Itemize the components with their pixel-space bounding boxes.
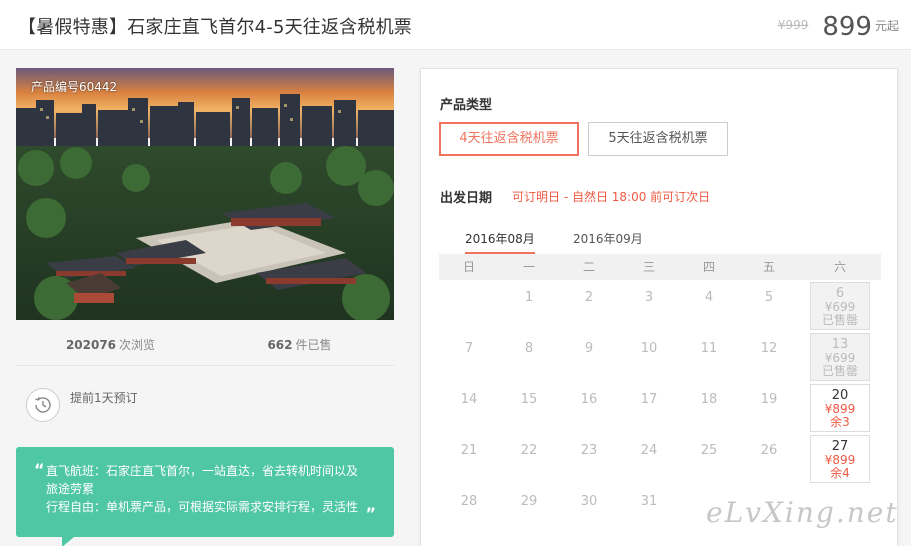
calendar-day: 24 (640, 443, 658, 458)
sold-stat: 662 件已售 (205, 330, 394, 365)
calendar-day-saturday: 27 ¥899 余4 (799, 433, 881, 484)
calendar-week: 1 2 3 4 5 6 ¥699 已售罄 (439, 280, 881, 331)
calendar-day: 29 (520, 494, 538, 509)
calendar-week: 7 8 9 10 11 12 13 ¥699 已售罄 (439, 331, 881, 382)
booking-panel: 产品类型 4天往返含税机票 5天往返含税机票 出发日期 可订明日 - 自然日 1… (420, 68, 898, 546)
product-type-label: 产品类型 (440, 98, 493, 113)
feature-line-2: 行程自由：单机票产品，可根据实际需求安排行程，灵活性 (46, 500, 359, 514)
date-cell-available[interactable]: 20 ¥899 余3 (810, 384, 870, 432)
weekday-fri: 五 (762, 260, 775, 274)
calendar-day: 12 (760, 341, 778, 356)
weekday-mon: 一 (522, 260, 535, 274)
palace-city-photo (16, 68, 394, 320)
calendar-day: 9 (584, 341, 594, 356)
weekday-thu: 四 (702, 260, 715, 274)
date-number: 13 (831, 337, 849, 352)
price-block: ¥999 899 元起 (778, 8, 899, 42)
page-title: 【暑假特惠】石家庄直飞首尔4-5天往返含税机票 (18, 17, 412, 38)
weekday-sat: 六 (833, 260, 846, 274)
feature-line-1: 直飞航班：石家庄直飞首尔，一站直达，省去转机时间以及旅途劳累 (46, 464, 359, 496)
product-stats: 202076 次浏览 662 件已售 (16, 330, 394, 366)
calendar-week: 21 22 23 24 25 26 27 ¥899 余4 (439, 433, 881, 484)
product-number: 产品编号60442 (31, 80, 118, 94)
calendar-day: 31 (640, 494, 658, 509)
calendar-day: 21 (460, 443, 478, 458)
date-number: 27 (831, 439, 849, 454)
calendar-day: 17 (640, 392, 658, 407)
calendar-day: 28 (460, 494, 478, 509)
feature-highlights: “ 直飞航班：石家庄直飞首尔，一站直达，省去转机时间以及旅途劳累 行程自由：单机… (16, 447, 394, 537)
booking-date-note: 可订明日 - 自然日 18:00 前可订次日 (512, 190, 711, 204)
calendar-day: 1 (524, 290, 534, 305)
calendar-day: 2 (584, 290, 594, 305)
calendar-day: 16 (580, 392, 598, 407)
calendar-day-saturday: 13 ¥699 已售罄 (799, 331, 881, 382)
calendar-day: 5 (764, 290, 774, 305)
calendar-day: 22 (520, 443, 538, 458)
date-cell-soldout: 6 ¥699 已售罄 (810, 282, 870, 330)
feature-arrow-decoration (62, 537, 74, 546)
weekday-tue: 二 (582, 260, 595, 274)
calendar-day: 3 (644, 290, 654, 305)
calendar-day: 11 (700, 341, 718, 356)
calendar-day: 26 (760, 443, 778, 458)
date-status: 已售罄 (821, 313, 858, 327)
price-unit: 元起 (874, 19, 899, 33)
calendar-day: 30 (580, 494, 598, 509)
calendar-day: 19 (760, 392, 778, 407)
calendar-day: 25 (700, 443, 718, 458)
original-price: ¥999 (777, 18, 809, 32)
calendar-day: 18 (700, 392, 718, 407)
sold-label: 件已售 (295, 338, 332, 352)
calendar-day: 14 (460, 392, 478, 407)
departure-calendar: 日 一 二 三 四 五 六 1 2 3 4 5 6 ¥699 已售罄 7 8 9… (439, 254, 881, 535)
calendar-day: 23 (580, 443, 598, 458)
type-option-4day[interactable]: 4天往返含税机票 (439, 122, 579, 156)
views-stat: 202076 次浏览 (16, 330, 205, 365)
calendar-week: 14 15 16 17 18 19 20 ¥899 余3 (439, 382, 881, 433)
history-clock-icon (26, 388, 60, 422)
date-remaining: 余4 (830, 466, 850, 480)
date-cell-available[interactable]: 27 ¥899 余4 (810, 435, 870, 483)
calendar-day-saturday: 20 ¥899 余3 (799, 382, 881, 433)
current-price: 899 (822, 12, 872, 42)
booking-advance: 提前1天预订 (26, 388, 140, 422)
type-option-5day[interactable]: 5天往返含税机票 (588, 122, 728, 156)
sold-count: 662 (267, 338, 293, 352)
calendar-day (439, 280, 499, 331)
month-tab-sep[interactable]: 2016年09月 (573, 230, 643, 252)
site-watermark: eLvXing.net (706, 496, 899, 529)
advance-booking-text: 提前1天预订 (70, 391, 138, 405)
calendar-day: 4 (704, 290, 714, 305)
close-quote-icon: ” (365, 504, 376, 523)
calendar-day: 15 (520, 392, 538, 407)
views-count: 202076 (65, 338, 117, 352)
month-tab-aug[interactable]: 2016年08月 (465, 230, 535, 254)
date-number: 6 (835, 286, 845, 301)
departure-date-label: 出发日期 (440, 191, 493, 206)
product-photo[interactable]: 产品编号60442 (16, 68, 394, 320)
weekday-sun: 日 (462, 260, 475, 274)
weekday-wed: 三 (642, 260, 655, 274)
open-quote-icon: “ (34, 460, 45, 479)
calendar-weekday-header: 日 一 二 三 四 五 六 (439, 254, 881, 280)
date-status: 已售罄 (821, 364, 858, 378)
calendar-day: 7 (464, 341, 474, 356)
date-remaining: 余3 (830, 415, 850, 429)
header-bar: 【暑假特惠】石家庄直飞首尔4-5天往返含税机票 ¥999 899 元起 (0, 0, 911, 50)
date-cell-soldout: 13 ¥699 已售罄 (810, 333, 870, 381)
date-number: 20 (831, 388, 849, 403)
views-label: 次浏览 (119, 338, 156, 352)
calendar-day: 8 (524, 341, 534, 356)
calendar-day-saturday: 6 ¥699 已售罄 (799, 280, 881, 331)
calendar-day: 10 (640, 341, 658, 356)
